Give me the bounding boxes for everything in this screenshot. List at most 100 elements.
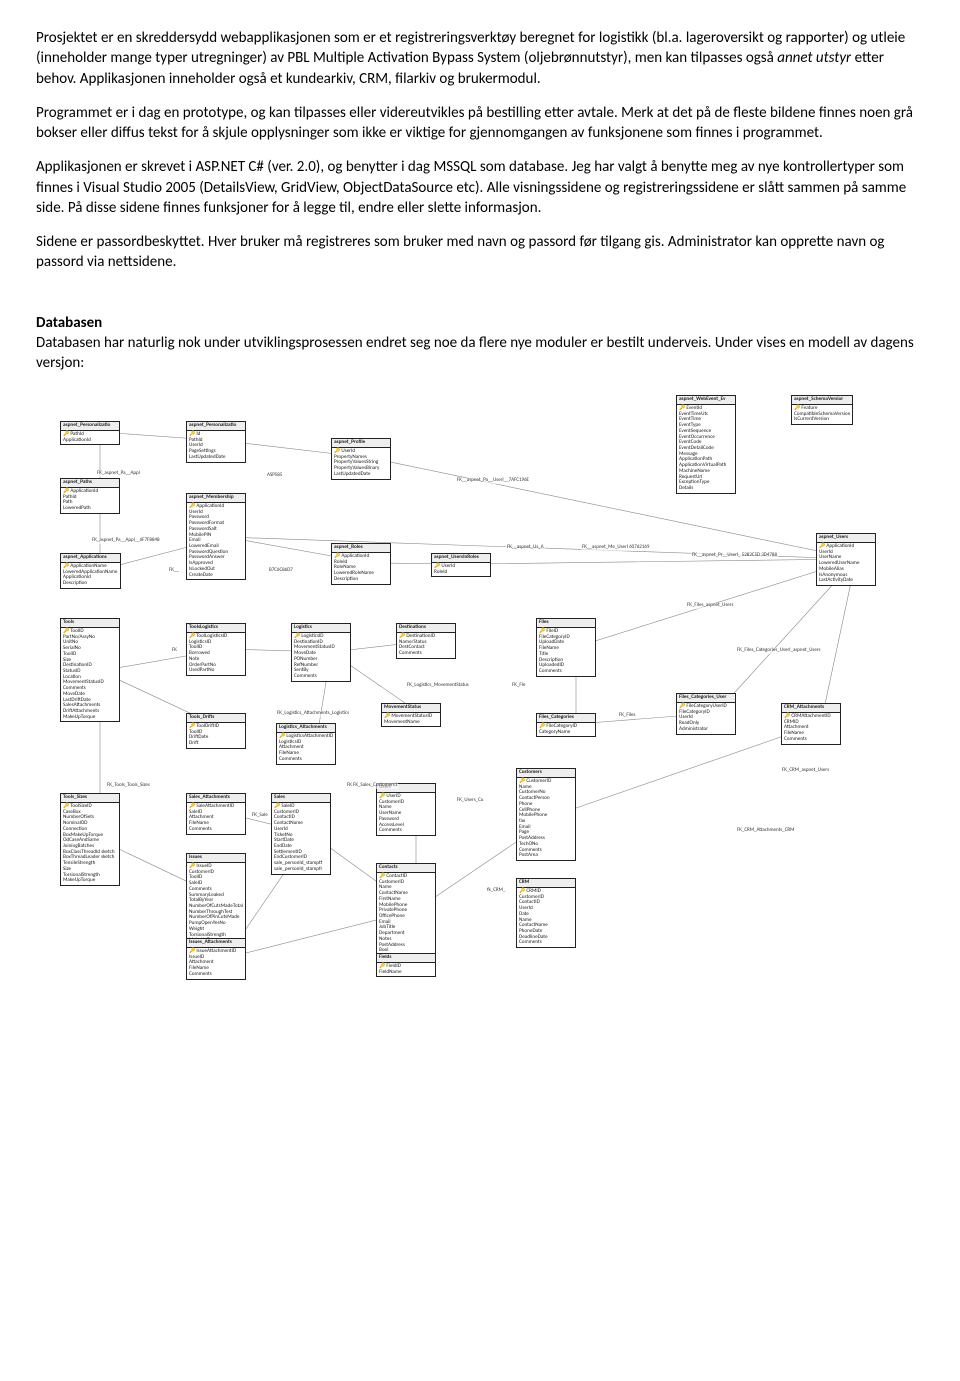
db-table-crm-attachments: CRM_Attachments🔑 CRMAttachmentIDCRMIDAtt…	[781, 703, 841, 744]
section-heading-databasen: Databasen	[36, 313, 924, 333]
db-table-body: 🔑 FileCategoryIDCategoryName	[537, 723, 595, 736]
db-column: LoweredPath	[63, 506, 117, 512]
db-table-header: aspnet_Applications	[61, 554, 120, 563]
db-table-customers: Customers🔑 CustomerIDNameCustomerNoConta…	[516, 768, 576, 861]
db-table-body: 🔑 LogisticsAttachmentIDLogisticsIDAttach…	[277, 733, 335, 764]
db-table-header: Issues_Attachments	[187, 939, 245, 948]
db-table-aspnet-profile: aspnet_Profile🔑 UserIdPropertyNamesPrope…	[331, 438, 391, 479]
db-table-tools-drifts: Tools_Drifts🔑 ToolDriftIDToolIDDriftDate…	[186, 713, 246, 749]
paragraph-2: Programmet er i dag en prototype, og kan…	[36, 103, 924, 144]
db-relation-label: ASP585	[266, 473, 283, 479]
db-column: Description	[334, 577, 388, 583]
db-column: ApplicationId	[63, 438, 117, 444]
db-column: CategoryName	[539, 730, 593, 736]
db-relation-label: FK_Sale	[251, 813, 269, 819]
db-table-aspnet-roles: aspnet_Roles🔑 ApplicationIdRoleIdRoleNam…	[331, 543, 391, 584]
db-column: PostArea	[519, 853, 573, 859]
db-table-header: aspnet_Roles	[332, 544, 390, 553]
db-column: Comments	[519, 940, 573, 946]
db-table-sales-attachments: Sales_Attachments🔑 SaleAttachmentIDSaleI…	[186, 793, 246, 834]
db-table-header: aspnet_UsersInRoles	[432, 554, 490, 563]
paragraph-4: Sidene er passordbeskyttet. Hver bruker …	[36, 232, 924, 273]
db-table-body: 🔑 LogisticsIDDestinationIDMovementStatus…	[292, 633, 350, 681]
db-relation-label: FK_Logistics_MovementStatus	[406, 683, 470, 689]
db-table-body: 🔑 EventIdEventTimeUtcEventTimeEventTypeE…	[677, 405, 735, 493]
db-relation-label: FK_Fle	[511, 683, 526, 689]
db-column: CreateDate	[189, 573, 243, 579]
db-table-body: 🔑 ToolDriftIDToolIDDriftDateDrift	[187, 723, 245, 748]
db-table-header: Files	[537, 619, 595, 628]
db-column: FieldName	[379, 970, 433, 976]
database-diagram: aspnet_Personalizatio🔑 PathIdApplication…	[36, 393, 906, 963]
db-table-body: 🔑 IssueAttachmentIDIssueIDAttachmentFile…	[187, 948, 245, 979]
db-table-header: aspnet_Personalizatio	[187, 422, 245, 431]
db-relation-label: FK_Files	[618, 713, 636, 719]
db-table-header: Logistics_Attachments	[277, 724, 335, 733]
db-column: UsedPartNo	[189, 668, 243, 674]
db-column: RoleId	[434, 570, 488, 576]
db-column: Administrator	[679, 727, 733, 733]
db-table-header: Sales	[272, 794, 330, 803]
db-table-header: Logistics	[292, 624, 350, 633]
db-relation-label: FK_CRM_Attachments_CRM	[736, 828, 795, 834]
db-relation-label: FK__aspnet_Pa__UserI__7AFC196E	[456, 478, 530, 484]
db-relation-label: FK_aspnet_Pa__Appl	[96, 471, 141, 477]
db-column: Comments	[279, 757, 333, 763]
db-table-header: aspnet_Users	[817, 534, 875, 543]
db-table-header: Tools_Drifts	[187, 714, 245, 723]
db-table-header: aspnet_WebEvent_Ev	[677, 396, 735, 405]
db-table-aspnet-users: aspnet_Users🔑 ApplicationIdUserIdUserNam…	[816, 533, 876, 586]
db-column: LastUpdatedDate	[334, 472, 388, 478]
paragraph-1: Prosjektet er en skreddersydd webapplika…	[36, 28, 924, 89]
db-table-aspnet-membership: aspnet_Membership🔑 ApplicationIdUserIdPa…	[186, 493, 246, 580]
db-table-header: aspnet_SchemaVersior	[792, 396, 852, 405]
db-table-body: 🔑 ApplicationIdPathIdPathLoweredPath	[61, 488, 119, 513]
db-column: Details	[679, 486, 733, 492]
db-relation-label: FK_aspnet_Pa__Appl__6F7F8848	[91, 538, 161, 544]
db-table-body: 🔑 PathIdApplicationId	[61, 431, 119, 444]
db-table-header: Fields	[377, 954, 435, 963]
db-relation-label: FK_Files_aspnet_Users	[686, 603, 734, 609]
db-table-header: aspnet_Membership	[187, 494, 245, 503]
db-table-header: aspnet_Paths	[61, 479, 119, 488]
db-table-crm: CRM🔑 CRMIDCustomerIDContactIDUserIdDateN…	[516, 878, 576, 948]
db-column: sale_personId_stampfr	[274, 867, 328, 873]
db-table-toolslogistics: ToolsLogistics🔑 ToolLogisticsIDLogistics…	[186, 623, 246, 676]
db-column: LastUpdatedDate	[189, 455, 243, 461]
db-table-header: Customers	[517, 769, 575, 778]
db-relation-label: FK_CRM_aspnet_Users	[781, 768, 830, 774]
p1a: Prosjektet er en skreddersydd webapplika…	[36, 29, 905, 67]
db-relation-label: FK_Files_Categories_UserI_aspnet_Users	[736, 648, 821, 654]
db-table-body: 🔑 UserIdPropertyNamesPropertyValuesStrin…	[332, 448, 390, 479]
db-column: Drift	[189, 741, 243, 747]
db-relation-label: FK_Users_Cu	[456, 798, 484, 804]
db-table-body: 🔑 DestinationIDName/StatusDestContactCom…	[397, 633, 455, 658]
db-table-files-categories: Files_Categories🔑 FileCategoryIDCategory…	[536, 713, 596, 737]
db-table-header: Contacts	[377, 864, 435, 873]
db-column: Comments	[189, 972, 243, 978]
db-table-issues: Issues🔑 IssueIDCustomerIDToolIDSaleIDCom…	[186, 853, 246, 946]
db-table-body: 🔑 MovementStatusIDMovementName	[382, 713, 440, 726]
db-table-header: aspnet_Personalizatio	[61, 422, 119, 431]
db-column: Comments	[189, 827, 243, 833]
db-table-aspnet-personalizatio: aspnet_Personalizatio🔑 IdPathIdUserIdPag…	[186, 421, 246, 462]
db-table-body: 🔑 IssueIDCustomerIDToolIDSaleIDCommentsS…	[187, 863, 245, 945]
db-table-aspnet-paths: aspnet_Paths🔑 ApplicationIdPathIdPathLow…	[60, 478, 120, 514]
db-table-issues-attachments: Issues_Attachments🔑 IssueAttachmentIDIss…	[186, 938, 246, 979]
db-table-header: ToolsLogistics	[187, 624, 245, 633]
db-table-body: 🔑 ApplicationIdUserIdUserNameLoweredUser…	[817, 543, 875, 585]
db-table-header: Destinations	[397, 624, 455, 633]
db-table-body: 🔑 SaleIDCustomerIDContactIDContactNameUs…	[272, 803, 330, 874]
db-table-body: 🔑 ToolSizeIDCaseBoxNumberOfSetsNominalOD…	[61, 803, 119, 885]
db-table-body: 🔑 ApplicationIdUserIdPasswordPasswordFor…	[187, 503, 245, 579]
db-table-files-categories-user: Files_Categories_User🔑 FileCategoryUserI…	[676, 693, 736, 734]
db-table-aspnet-applications: aspnet_Applications🔑 ApplicationNameLowe…	[60, 553, 121, 589]
db-table-body: 🔑 FieldIDFieldName	[377, 963, 435, 976]
db-table-users: Users🔑 UserIDCustomerIDNameUserNamePassw…	[376, 783, 436, 836]
db-column: IsCurrentVersion	[794, 417, 850, 423]
db-relation-label: fk_CRM_	[486, 888, 506, 894]
db-table-body: 🔑 CustomerIDNameCustomerNoContactPersonP…	[517, 778, 575, 860]
db-relation-label: B7C6C86D7	[268, 568, 294, 574]
db-relation-label: FK__aspnet_Pr__UserI_ 5283C5D 3D4788	[691, 553, 778, 559]
db-column: Comments	[539, 669, 593, 675]
